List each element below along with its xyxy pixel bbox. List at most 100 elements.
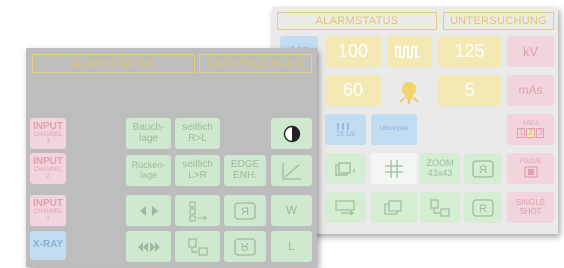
- input-1-label: INPUT: [33, 197, 63, 209]
- lateral-rl-button[interactable]: seitlich R>L: [175, 118, 220, 149]
- grid-icon: [385, 159, 403, 178]
- grid-button[interactable]: [371, 153, 417, 184]
- lithotripsie-label: Lithotripsie: [379, 126, 409, 133]
- sequence-icon: [188, 200, 207, 222]
- input-1-num: 1: [46, 215, 50, 222]
- kv-right-label: kV: [522, 43, 539, 59]
- pulse-icon: [395, 45, 420, 58]
- input-channel-1-button[interactable]: INPUT CHANNEL 1: [30, 195, 66, 226]
- svg-text:R: R: [241, 240, 249, 252]
- alarm-status-header-front: ALARMSTATUS: [32, 54, 195, 73]
- mirror-button-back[interactable]: R: [464, 153, 502, 184]
- rotate-icon: [430, 198, 450, 217]
- lithotripsie-button[interactable]: Lithotripsie: [371, 114, 417, 145]
- window-button[interactable]: W: [271, 195, 312, 226]
- shift-right-button[interactable]: [325, 192, 366, 223]
- single-shot-label-2: SHOT: [519, 206, 542, 216]
- mas-value: 5: [464, 80, 475, 101]
- w-label: W: [285, 203, 298, 218]
- focus-icon: [523, 166, 538, 178]
- focus-button[interactable]: FOCUS: [507, 153, 554, 184]
- input-2-num: 2: [46, 173, 50, 180]
- gamma-curve-button[interactable]: [271, 155, 312, 186]
- input-channel-2-button[interactable]: INPUT CHANNEL 2: [30, 153, 66, 184]
- curve-icon: [281, 162, 301, 180]
- stack-shift-icon: [384, 199, 402, 215]
- horizontal-flip-button[interactable]: [126, 195, 171, 226]
- alarm-status-header: ALARMSTATUS: [277, 12, 437, 30]
- mirror-r-icon-front: R: [234, 201, 256, 220]
- zoom-value: 43x43: [427, 167, 453, 178]
- kv-value-display: 100: [325, 36, 381, 67]
- stack-shift-button[interactable]: [371, 192, 417, 223]
- mas-value-display: 5: [438, 75, 501, 106]
- front-control-panel: ALARMSTATUS UNTERSUCHUNG INPUT CHANNEL 3…: [26, 48, 317, 267]
- svg-text:R: R: [241, 206, 249, 218]
- fps-button[interactable]: 15 1/s: [325, 114, 366, 145]
- flip-r-icon-front: R: [234, 237, 256, 256]
- svg-text:R: R: [479, 203, 487, 215]
- edge-enhance-button[interactable]: EDGE ENH.: [224, 155, 266, 186]
- seitlich-lr-line1: seitlich: [182, 159, 213, 170]
- image-stack-button[interactable]: 4: [325, 153, 366, 184]
- kv-increase-button[interactable]: kV: [507, 36, 554, 67]
- xray-tube-icon: [399, 81, 419, 104]
- xray-button[interactable]: X-RAY: [30, 231, 66, 260]
- examination-header: UNTERSUCHUNG: [443, 12, 554, 30]
- sequence-button[interactable]: [175, 195, 220, 226]
- prone-position-button[interactable]: Bauch- lage: [126, 118, 171, 149]
- input-3-num: 3: [46, 138, 50, 145]
- rotate-button-back[interactable]: [420, 192, 460, 223]
- xray-tube-indicator: [392, 75, 426, 106]
- shift-right-icon: [334, 199, 355, 215]
- flip-button[interactable]: R: [224, 231, 266, 262]
- edge-line1: EDGE: [230, 159, 260, 170]
- contrast-invert-button[interactable]: [271, 118, 312, 149]
- kv-value: 100: [337, 41, 369, 62]
- input-channel-3-button[interactable]: INPUT CHANNEL 3: [30, 118, 66, 149]
- mirror-button[interactable]: R: [224, 195, 266, 226]
- input-3-label: INPUT: [33, 120, 63, 132]
- seitlich-rl-line2: R>L: [188, 132, 207, 144]
- seitlich-rl-line1: seitlich: [182, 122, 213, 133]
- kv-right-value: 125: [454, 41, 485, 62]
- fps-label: 15 1/s: [335, 130, 356, 138]
- stack-icon: [335, 161, 351, 176]
- edge-line2: ENH.: [233, 169, 257, 181]
- area-options: 1 2 3: [516, 127, 545, 139]
- mas-button[interactable]: mAs: [507, 75, 554, 106]
- mirror-r-icon: R: [472, 159, 494, 178]
- area-option-3: 3: [535, 127, 545, 139]
- rotate-icon-front: [187, 237, 208, 256]
- input-2-label: INPUT: [33, 155, 63, 167]
- area-button[interactable]: AREA 1 2 3: [507, 114, 554, 145]
- stack-count: 4: [352, 169, 356, 176]
- seitlich-lr-line2: L>R: [188, 169, 207, 181]
- examination-header-front: UNTERSUCHUNG: [199, 54, 312, 73]
- supine-position-button[interactable]: Rücken- lage: [126, 155, 171, 186]
- rewind-forward-button[interactable]: [126, 231, 171, 262]
- svg-text:R: R: [479, 164, 487, 176]
- kv-right-value-display: 125: [438, 36, 501, 67]
- bauchlage-line1: Bauch-: [132, 122, 165, 133]
- area-option-2: 2: [526, 127, 535, 139]
- rueckenlage-line2: lage: [139, 169, 157, 180]
- bauchlage-line2: lage: [139, 132, 158, 144]
- zoom-button[interactable]: ZOOM 43x43: [420, 153, 460, 184]
- area-label: AREA: [522, 120, 539, 127]
- ma-value-display: 60: [325, 75, 381, 106]
- single-shot-button[interactable]: SINGLE SHOT: [507, 192, 554, 223]
- ma-value: 60: [342, 80, 364, 101]
- pulse-mode-button[interactable]: [387, 36, 431, 67]
- level-button[interactable]: L: [271, 231, 312, 262]
- rotate-button[interactable]: [175, 231, 220, 262]
- contrast-icon: [283, 125, 300, 142]
- mas-label: mAs: [518, 83, 543, 98]
- flip-r-icon: R: [472, 198, 494, 217]
- frame-rate-icon: [336, 122, 349, 130]
- double-arrows-icon: [137, 241, 160, 252]
- lateral-lr-button[interactable]: seitlich L>R: [175, 155, 220, 186]
- area-option-1: 1: [516, 127, 526, 139]
- flip-button-back[interactable]: R: [464, 192, 502, 223]
- l-label: L: [288, 239, 295, 254]
